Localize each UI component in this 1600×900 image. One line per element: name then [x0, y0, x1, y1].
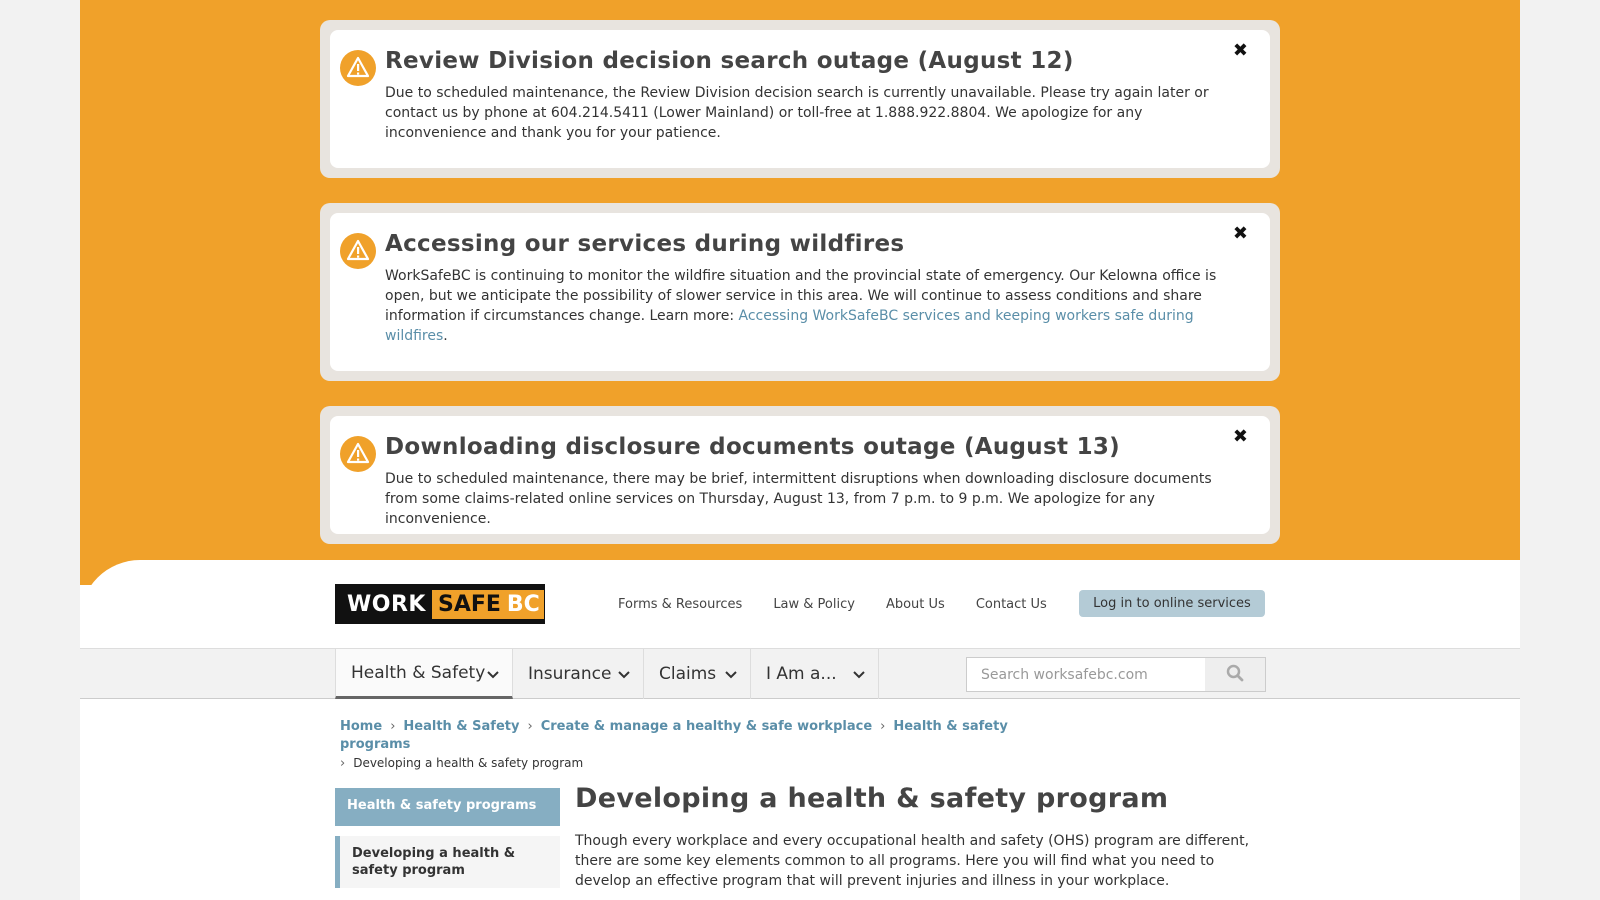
breadcrumb-separator: ›	[527, 719, 533, 734]
search-input[interactable]	[967, 658, 1202, 691]
nav-tab-insurance[interactable]: Insurance	[513, 649, 644, 699]
login-button[interactable]: Log in to online services	[1079, 590, 1265, 617]
chevron-down-icon	[617, 667, 631, 685]
page-title: Developing a health & safety program	[575, 783, 1169, 814]
chevron-down-icon	[724, 667, 738, 685]
breadcrumb-home[interactable]: Home	[340, 719, 382, 734]
search-box	[966, 657, 1266, 692]
breadcrumb-health-safety[interactable]: Health & Safety	[403, 719, 519, 734]
nav-tab-label: Health & Safety	[351, 662, 486, 683]
sidenav-item-active[interactable]: Developing a health & safety program	[335, 836, 560, 888]
breadcrumb-separator: ›	[340, 756, 346, 771]
nav-tab-label: Insurance	[528, 664, 612, 684]
warning-icon	[340, 233, 376, 269]
logo-text-work: WORK	[347, 591, 426, 617]
alert-body: WorkSafeBC is continuing to monitor the …	[385, 266, 1230, 346]
nav-tab-health-safety[interactable]: Health & Safety	[335, 649, 513, 699]
worksafebc-logo[interactable]: WORK SAFE BC	[335, 584, 545, 624]
search-button[interactable]	[1205, 658, 1265, 691]
alert-body-end: .	[443, 328, 448, 344]
breadcrumb-separator: ›	[880, 719, 886, 734]
nav-tab-i-am-a[interactable]: I Am a...	[751, 649, 879, 699]
breadcrumb-separator: ›	[390, 719, 396, 734]
topnav-about-us[interactable]: About Us	[886, 597, 945, 612]
topnav-contact-us[interactable]: Contact Us	[976, 597, 1047, 612]
nav-tab-claims[interactable]: Claims	[644, 649, 751, 699]
chevron-down-icon	[486, 667, 500, 685]
utility-nav: Forms & Resources Law & Policy About Us …	[618, 597, 1078, 612]
logo-text-safe: SAFE	[431, 589, 507, 619]
breadcrumb: Home › Health & Safety › Create & manage a h…	[340, 718, 1060, 773]
alert-body: Due to scheduled maintenance, the Review…	[385, 85, 1209, 141]
breadcrumb-current: Developing a health & safety program	[353, 756, 584, 770]
search-icon	[1226, 664, 1244, 686]
alert-wildfires: Accessing our services during wildfires …	[320, 203, 1280, 381]
side-nav: Health & safety programs Developing a he…	[335, 788, 560, 888]
topnav-forms-resources[interactable]: Forms & Resources	[618, 597, 742, 612]
alert-disclosure-documents: Downloading disclosure documents outage …	[320, 406, 1280, 544]
warning-icon	[340, 436, 376, 472]
alert-title: Accessing our services during wildfires	[385, 231, 905, 257]
main-nav: Health & Safety Insurance Claims I Am a.…	[80, 648, 1520, 699]
alert-body: Due to scheduled maintenance, there may …	[385, 471, 1212, 527]
sidenav-heading[interactable]: Health & safety programs	[335, 788, 560, 826]
close-icon[interactable]: ✖	[1233, 426, 1248, 447]
alert-review-division: Review Division decision search outage (…	[320, 20, 1280, 178]
warning-icon	[340, 50, 376, 86]
breadcrumb-healthy-safe-workplace[interactable]: Create & manage a healthy & safe workpla…	[541, 719, 872, 734]
chevron-down-icon	[852, 667, 866, 685]
close-icon[interactable]: ✖	[1233, 40, 1248, 61]
topnav-law-policy[interactable]: Law & Policy	[773, 597, 855, 612]
alert-title: Review Division decision search outage (…	[385, 48, 1074, 74]
nav-tab-label: Claims	[659, 664, 717, 684]
nav-tab-label: I Am a...	[766, 664, 837, 684]
page-frame: Review Division decision search outage (…	[80, 0, 1520, 900]
alert-banner-zone: Review Division decision search outage (…	[80, 0, 1520, 585]
alert-title: Downloading disclosure documents outage …	[385, 434, 1120, 460]
close-icon[interactable]: ✖	[1233, 223, 1248, 244]
intro-paragraph: Though every workplace and every occupat…	[575, 833, 1250, 889]
logo-text-bc: BC	[506, 589, 544, 619]
